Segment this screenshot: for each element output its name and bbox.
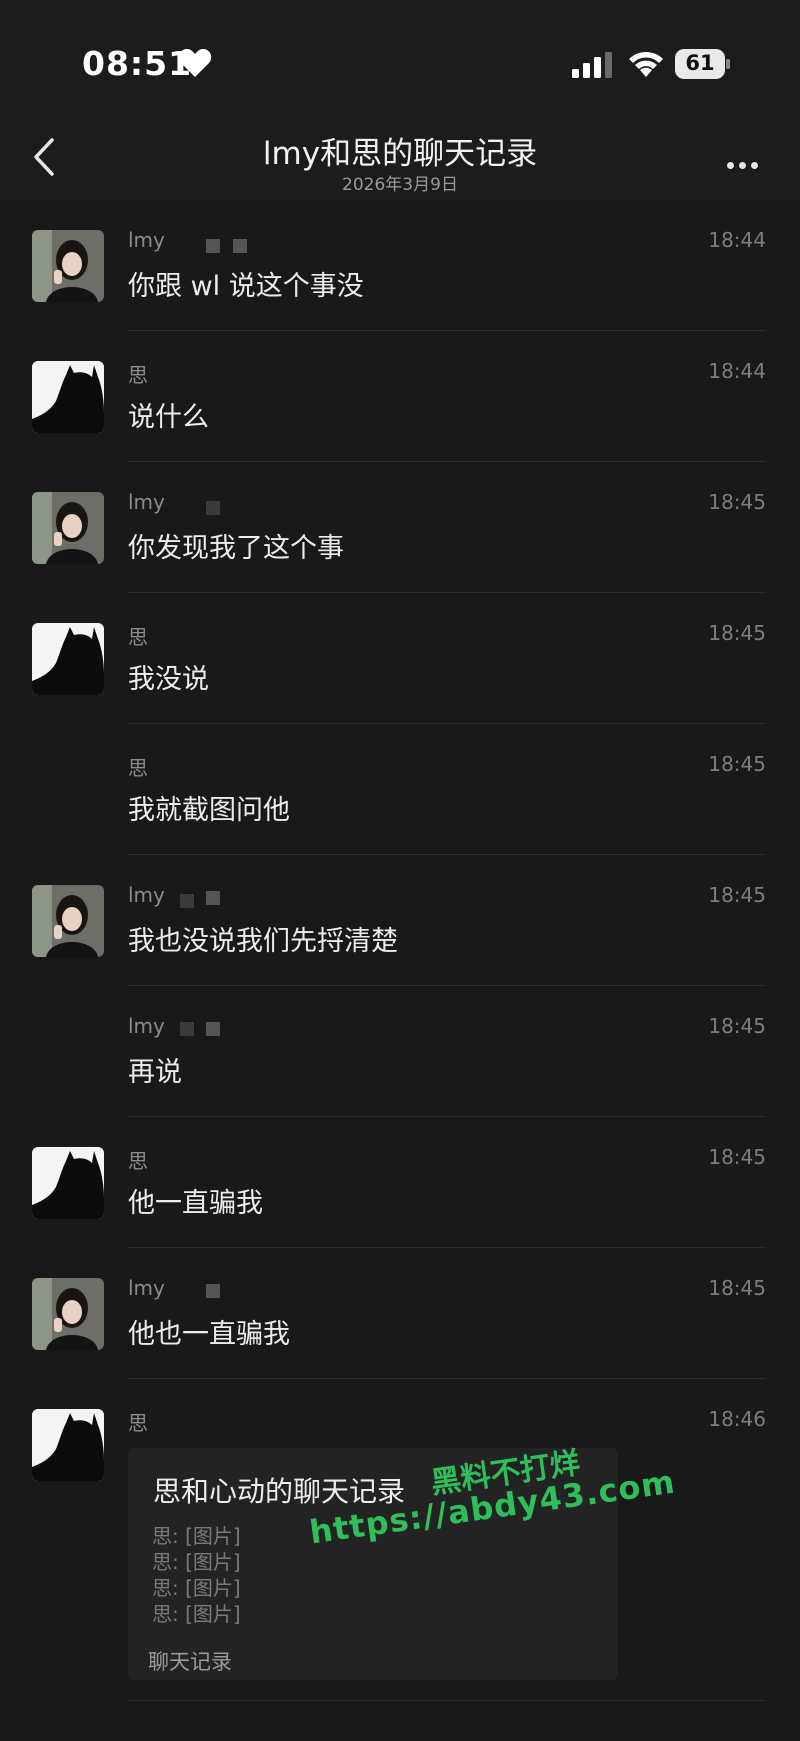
wifi-icon [629, 51, 663, 77]
redaction-mark [180, 1022, 194, 1036]
divider [128, 1700, 766, 1701]
message-time: 18:45 [708, 1145, 766, 1169]
message-row[interactable]: lmy 18:44 你跟 wl 说这个事没 [0, 200, 800, 331]
sender-name: lmy [128, 883, 165, 907]
message-time: 18:45 [708, 883, 766, 907]
message-time: 18:45 [708, 752, 766, 776]
message-text[interactable]: 我也没说我们先捋清楚 [128, 919, 398, 958]
status-time: 08:51 [82, 44, 193, 83]
message-text[interactable]: 他也一直骗我 [128, 1312, 290, 1351]
chat-history-header: lmy和思的聊天记录 2026年3月9日 [0, 118, 800, 200]
avatar-si[interactable] [32, 623, 104, 695]
battery-indicator: 61 [675, 49, 731, 79]
message-row[interactable]: lmy 18:45 你发现我了这个事 [0, 462, 800, 593]
redaction-mark [206, 1022, 220, 1036]
message-text[interactable]: 我没说 [128, 657, 209, 696]
message-time: 18:45 [708, 621, 766, 645]
message-time: 18:45 [708, 1014, 766, 1038]
redaction-mark [206, 501, 220, 515]
message-text[interactable]: 你跟 wl 说这个事没 [128, 264, 364, 303]
message-text[interactable]: 说什么 [128, 395, 209, 434]
avatar-lmy[interactable] [32, 885, 104, 957]
forwarded-record-line: 思: [图片] [152, 1524, 241, 1548]
message-text[interactable]: 他一直骗我 [128, 1181, 263, 1220]
avatar-si[interactable] [32, 1147, 104, 1219]
status-bar: 08:51 61 [0, 0, 800, 118]
sender-name: 思 [128, 1411, 148, 1435]
avatar-lmy[interactable] [32, 1278, 104, 1350]
sender-name: lmy [128, 1276, 165, 1300]
forwarded-record-line: 思: [图片] [152, 1550, 241, 1574]
more-options-icon[interactable] [727, 154, 767, 169]
redaction-mark [206, 891, 220, 905]
avatar-si[interactable] [32, 361, 104, 433]
sender-name: 思 [128, 363, 148, 387]
cellular-signal-icon [572, 52, 612, 78]
message-row[interactable]: 思 18:45 我没说 [0, 593, 800, 724]
message-time: 18:44 [708, 359, 766, 383]
message-text[interactable]: 再说 [128, 1050, 182, 1089]
avatar-lmy[interactable] [32, 230, 104, 302]
page-date: 2026年3月9日 [342, 175, 458, 195]
forwarded-record-title: 思和心动的聊天记录 [153, 1475, 406, 1508]
message-row[interactable]: lmy 18:45 再说 [0, 986, 800, 1117]
sender-name: 思 [128, 756, 148, 780]
forwarded-record-line: 思: [图片] [152, 1602, 241, 1626]
sender-name: 思 [128, 1149, 148, 1173]
sender-name: lmy [128, 1014, 165, 1038]
sender-name: lmy [128, 490, 165, 514]
message-row[interactable]: 思 18:44 说什么 [0, 331, 800, 462]
redaction-mark [206, 239, 220, 253]
avatar-lmy[interactable] [32, 492, 104, 564]
message-row[interactable]: lmy 18:45 他也一直骗我 [0, 1248, 800, 1379]
message-text[interactable]: 我就截图问他 [128, 788, 290, 827]
message-row[interactable]: 思 18:45 他一直骗我 [0, 1117, 800, 1248]
sender-name: 思 [128, 625, 148, 649]
forwarded-record-line: 思: [图片] [152, 1576, 241, 1600]
forwarded-chat-record-card[interactable]: 思和心动的聊天记录 思: [图片] 思: [图片] 思: [图片] 思: [图片… [128, 1448, 618, 1680]
redaction-mark [233, 239, 247, 253]
message-time: 18:45 [708, 1276, 766, 1300]
avatar-si[interactable] [32, 1409, 104, 1481]
message-text[interactable]: 你发现我了这个事 [128, 526, 344, 565]
sender-name: lmy [128, 228, 165, 252]
heart-icon [178, 49, 212, 77]
message-row[interactable]: 思 18:45 我就截图问他 [0, 724, 800, 855]
redaction-mark [206, 1284, 220, 1298]
forwarded-record-footer: 聊天记录 [148, 1650, 232, 1674]
message-time: 18:45 [708, 490, 766, 514]
message-time: 18:44 [708, 228, 766, 252]
message-row[interactable]: lmy 18:45 我也没说我们先捋清楚 [0, 855, 800, 986]
battery-percentage: 61 [685, 51, 715, 75]
redaction-mark [180, 894, 194, 908]
page-title: lmy和思的聊天记录 [262, 136, 538, 172]
message-time: 18:46 [708, 1407, 766, 1431]
